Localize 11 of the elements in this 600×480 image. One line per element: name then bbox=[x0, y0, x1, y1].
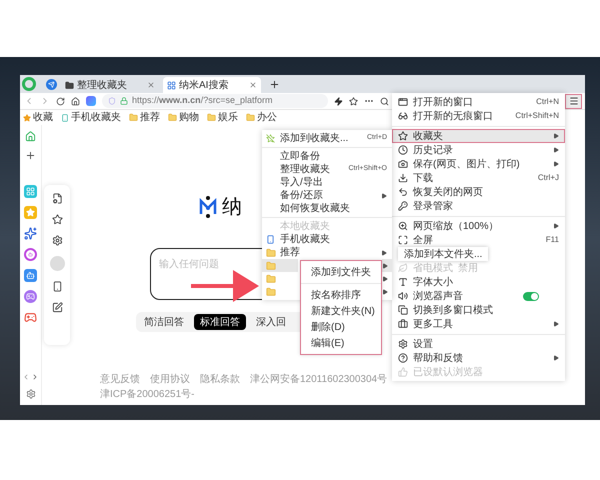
shortcut-text: Ctrl+Shift+N bbox=[515, 110, 559, 122]
url-text: https://www.n.cn/?src=se_platform bbox=[132, 94, 272, 108]
tab-title: 纳米AI搜索 bbox=[179, 78, 228, 92]
shortcut-text: Ctrl+J bbox=[538, 172, 559, 184]
logo-text: 纳 bbox=[222, 195, 242, 220]
shortcut-text: F11 bbox=[546, 234, 559, 246]
tab-title: 整理收藏夹 bbox=[77, 78, 127, 92]
shortcut-text: Ctrl+N bbox=[536, 96, 559, 108]
menu-note: 禁用 bbox=[458, 262, 478, 276]
tooltip: 添加到本文件夹... bbox=[398, 247, 488, 261]
section-header: 本地收藏夹 bbox=[279, 220, 331, 233]
